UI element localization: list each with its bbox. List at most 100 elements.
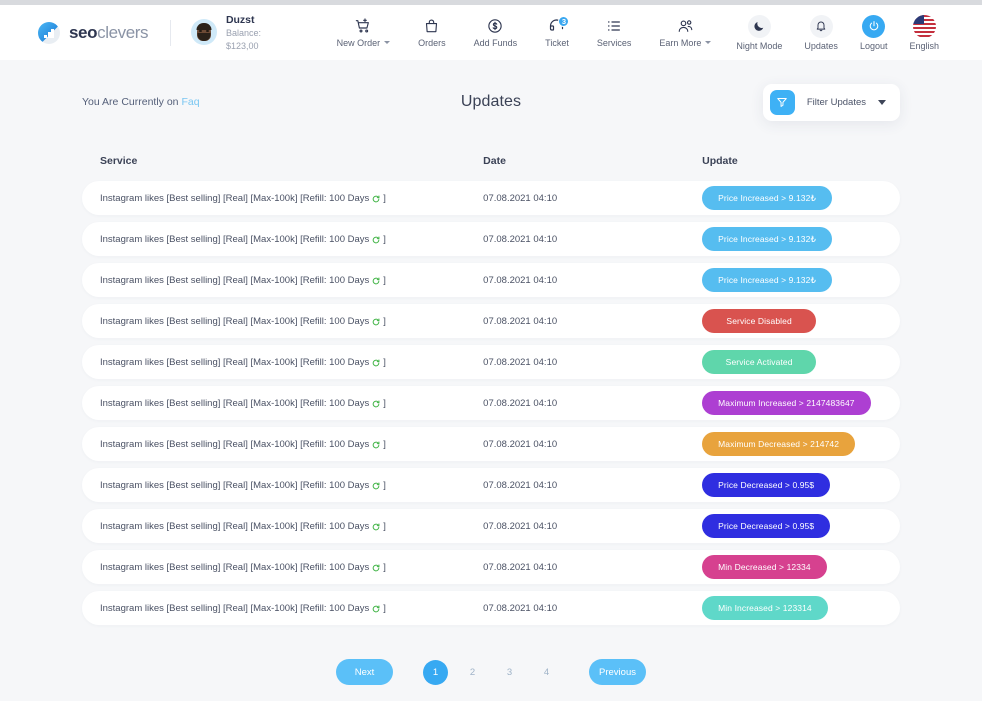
table-row[interactable]: Instagram likes [Best selling] [Real] [M… [82,550,900,584]
cell-date: 07.08.2021 04:10 [483,274,558,286]
service-name: Instagram likes [Best selling] [Real] [M… [100,274,370,286]
brand-logo[interactable]: seoclevers [38,21,149,44]
user-profile[interactable]: Duzst Balance: $123,00 [190,13,273,51]
table-row[interactable]: Instagram likes [Best selling] [Real] [M… [82,591,900,625]
user-balance: Balance: $123,00 [225,28,261,51]
list-icon [606,18,622,35]
service-name-suffix: ] [383,602,386,614]
user-name: Duzst [225,14,255,27]
nav-label-night-mode: Night Mode [736,40,783,51]
status-badge[interactable]: Maximum Decreased > 214742 [702,432,856,456]
nav-label-ticket: Ticket [545,37,569,48]
nav-label-add-funds: Add Funds [473,37,518,48]
nav-item-orders[interactable]: Orders [404,18,460,48]
service-name-suffix: ] [383,479,386,491]
chevron-down-icon [705,41,712,44]
nav-text: New Order [336,37,381,48]
table-row[interactable]: Instagram likes [Best selling] [Real] [M… [82,263,900,297]
cell-service: Instagram likes [Best selling] [Real] [M… [100,603,483,614]
cell-service: Instagram likes [Best selling] [Real] [M… [100,275,483,286]
status-badge[interactable]: Price Increased > 9.132₺ [702,227,832,251]
users-icon [677,18,694,35]
cell-date: 07.08.2021 04:10 [483,479,558,491]
nav-item-ticket[interactable]: 3 Ticket [531,15,583,48]
header-utility-nav: Night Mode Updates Logout English [725,14,950,51]
table-row[interactable]: Instagram likes [Best selling] [Real] [M… [82,386,900,420]
cell-update: Maximum Increased > 2147483647 [702,391,882,415]
cell-update: Maximum Decreased > 214742 [702,432,882,456]
cell-date: 07.08.2021 04:10 [483,397,558,409]
filter-updates-dropdown[interactable]: Filter Updates [762,83,900,121]
service-name-suffix: ] [383,438,386,450]
nav-label-earn-more: Earn More [659,38,712,48]
pagination-next-button[interactable]: Next [336,659,393,685]
status-badge[interactable]: Maximum Increased > 2147483647 [702,391,871,415]
brand-name-light: clevers [97,22,149,42]
cart-icon [355,18,371,35]
cell-service: Instagram likes [Best selling] [Real] [M… [100,316,483,327]
cell-service: Instagram likes [Best selling] [Real] [M… [100,234,483,245]
nav-item-new-order[interactable]: New Order [323,18,405,48]
column-header-update: Update [702,155,738,167]
filter-label: Filter Updates [806,96,866,108]
cell-update: Price Decreased > 0.95$ [702,514,882,538]
pagination-previous-button[interactable]: Previous [589,659,646,685]
status-badge[interactable]: Service Disabled [702,309,817,333]
table-row[interactable]: Instagram likes [Best selling] [Real] [M… [82,181,900,215]
chevron-down-icon [878,99,886,105]
site-header: seoclevers Duzst Balance: $123,00 New Or… [0,5,982,60]
nav-item-night-mode[interactable]: Night Mode [725,14,793,51]
bell-icon [809,14,833,38]
flag-us-icon [912,14,936,38]
service-name-suffix: ] [383,233,386,245]
service-name-suffix: ] [383,356,386,368]
status-badge[interactable]: Price Decreased > 0.95$ [702,514,831,538]
table-row[interactable]: Instagram likes [Best selling] [Real] [M… [82,427,900,461]
cell-date: 07.08.2021 04:10 [483,233,558,245]
service-name: Instagram likes [Best selling] [Real] [M… [100,315,370,327]
table-row[interactable]: Instagram likes [Best selling] [Real] [M… [82,345,900,379]
cell-date: 07.08.2021 04:10 [483,356,558,368]
table-row[interactable]: Instagram likes [Best selling] [Real] [M… [82,509,900,543]
refill-icon [372,400,380,408]
service-name: Instagram likes [Best selling] [Real] [M… [100,602,370,614]
brand-name: seoclevers [69,22,149,43]
status-badge[interactable]: Price Decreased > 0.95$ [702,473,831,497]
service-name: Instagram likes [Best selling] [Real] [M… [100,520,370,532]
pagination-page-4[interactable]: 4 [534,660,559,685]
nav-item-services[interactable]: Services [583,18,646,48]
status-badge[interactable]: Price Increased > 9.132₺ [702,186,832,210]
nav-label-language: English [909,40,939,51]
nav-item-add-funds[interactable]: Add Funds [460,18,532,48]
table-body: Instagram likes [Best selling] [Real] [M… [82,181,900,625]
funnel-icon [769,89,795,115]
status-badge[interactable]: Service Activated [702,350,817,374]
cell-update: Price Increased > 9.132₺ [702,227,882,251]
ticket-badge-count: 3 [558,15,570,27]
pagination-page-1[interactable]: 1 [423,659,448,685]
table-row[interactable]: Instagram likes [Best selling] [Real] [M… [82,222,900,256]
pagination-page-2[interactable]: 2 [460,660,485,685]
refill-icon [372,195,380,203]
status-badge[interactable]: Min Increased > 123314 [702,596,828,620]
refill-icon [372,318,380,326]
cell-date: 07.08.2021 04:10 [483,561,558,573]
cell-update: Service Activated [702,350,882,374]
status-badge[interactable]: Price Increased > 9.132₺ [702,268,832,292]
cell-service: Instagram likes [Best selling] [Real] [M… [100,193,483,204]
nav-item-earn-more[interactable]: Earn More [645,18,725,48]
nav-item-logout[interactable]: Logout [849,14,899,51]
cell-update: Min Increased > 123314 [702,596,882,620]
moon-icon [747,14,771,38]
pagination-page-3[interactable]: 3 [497,660,522,685]
status-badge[interactable]: Min Decreased > 12334 [702,555,827,579]
cell-service: Instagram likes [Best selling] [Real] [M… [100,398,483,409]
table-row[interactable]: Instagram likes [Best selling] [Real] [M… [82,468,900,502]
bag-icon [424,18,439,35]
nav-item-updates[interactable]: Updates [793,14,849,51]
table-row[interactable]: Instagram likes [Best selling] [Real] [M… [82,304,900,338]
nav-label-logout: Logout [859,40,888,51]
refill-icon [372,564,380,572]
service-name-suffix: ] [383,274,386,286]
nav-item-language[interactable]: English [898,14,950,51]
